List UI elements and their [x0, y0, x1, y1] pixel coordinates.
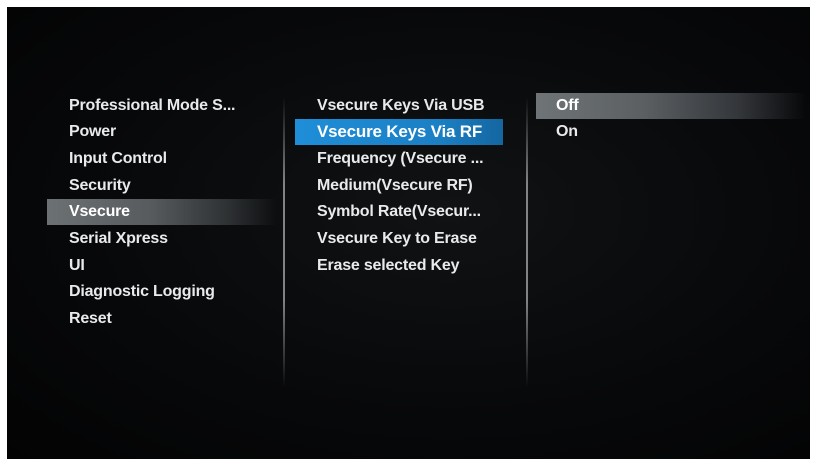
menu-item-input-control[interactable]: Input Control	[47, 146, 277, 172]
column-divider	[526, 97, 528, 387]
column-divider	[283, 97, 285, 387]
menu-item-power[interactable]: Power	[47, 119, 277, 145]
tv-settings-screen: Professional Mode S... Power Input Contr…	[7, 7, 810, 459]
setting-vsecure-key-to-erase[interactable]: Vsecure Key to Erase	[295, 226, 503, 252]
menu-item-ui[interactable]: UI	[47, 253, 277, 279]
setting-erase-selected-key[interactable]: Erase selected Key	[295, 253, 503, 279]
menu-item-reset[interactable]: Reset	[47, 306, 277, 332]
setting-frequency[interactable]: Frequency (Vsecure ...	[295, 146, 503, 172]
option-on[interactable]: On	[536, 119, 806, 145]
menu-item-professional-mode[interactable]: Professional Mode S...	[47, 93, 277, 119]
option-off[interactable]: Off	[536, 93, 806, 119]
setting-vsecure-keys-via-usb[interactable]: Vsecure Keys Via USB	[295, 93, 503, 119]
menu-item-security[interactable]: Security	[47, 173, 277, 199]
menu-item-serial-xpress[interactable]: Serial Xpress	[47, 226, 277, 252]
menu-item-vsecure[interactable]: Vsecure	[47, 199, 277, 225]
setting-medium[interactable]: Medium(Vsecure RF)	[295, 173, 503, 199]
menu-item-diagnostic-logging[interactable]: Diagnostic Logging	[47, 279, 277, 305]
setting-symbol-rate[interactable]: Symbol Rate(Vsecur...	[295, 199, 503, 225]
setting-vsecure-keys-via-rf[interactable]: Vsecure Keys Via RF	[295, 119, 503, 145]
